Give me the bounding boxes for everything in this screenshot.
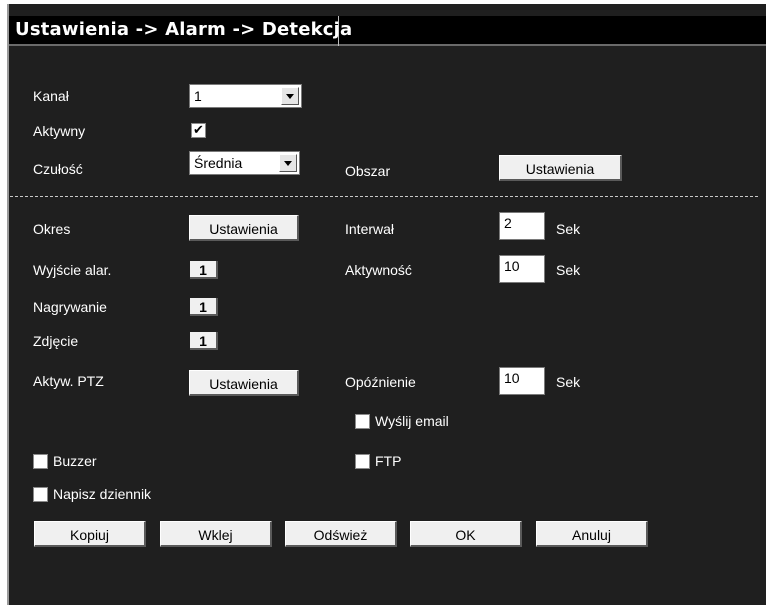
interval-label: Interwał — [345, 221, 395, 237]
cancel-button[interactable]: Anuluj — [536, 521, 648, 547]
copy-button[interactable]: Kopiuj — [34, 521, 146, 547]
alarm-output-label: Wyjście alar. — [33, 262, 112, 278]
active-checkbox[interactable] — [191, 122, 206, 138]
ftp-checkbox[interactable] — [355, 454, 370, 469]
area-label: Obszar — [345, 163, 391, 179]
delay-unit: Sek — [556, 374, 581, 390]
sensitivity-label: Czułość — [33, 161, 83, 177]
write-log-checkbox[interactable] — [33, 487, 48, 502]
chevron-down-icon[interactable] — [279, 154, 297, 172]
ptz-label: Aktyw. PTZ — [33, 373, 104, 389]
page-title: Ustawienia -> Alarm -> Detekcja — [15, 19, 353, 40]
send-email-checkbox[interactable] — [355, 414, 370, 429]
settings-panel: Ustawienia -> Alarm -> Detekcja — [7, 4, 766, 605]
channel-select[interactable]: 1 — [189, 84, 302, 108]
interval-input[interactable]: 2 — [499, 212, 545, 240]
snapshot-channel-button[interactable]: 1 — [190, 332, 218, 350]
alarm-output-channel-button[interactable]: 1 — [190, 261, 218, 279]
area-settings-button[interactable]: Ustawienia — [499, 155, 622, 181]
active-label: Aktywny — [33, 123, 86, 139]
recording-label: Nagrywanie — [33, 299, 107, 315]
delay-input[interactable]: 10 — [499, 367, 545, 395]
ok-button[interactable]: OK — [410, 521, 522, 547]
activity-unit: Sek — [556, 262, 581, 278]
channel-label: Kanał — [33, 88, 69, 104]
send-email-label: Wyślij email — [375, 413, 449, 429]
sensitivity-select-value: Średnia — [194, 155, 243, 171]
chevron-down-icon[interactable] — [281, 87, 299, 105]
period-label: Okres — [33, 221, 71, 237]
interval-value: 2 — [504, 215, 512, 231]
channel-select-value: 1 — [194, 88, 202, 104]
sensitivity-select[interactable]: Średnia — [189, 151, 300, 175]
activity-value: 10 — [504, 258, 520, 274]
buzzer-label: Buzzer — [53, 453, 97, 469]
snapshot-label: Zdjęcie — [33, 333, 79, 349]
recording-channel-button[interactable]: 1 — [190, 298, 218, 316]
ftp-label: FTP — [375, 453, 402, 469]
paste-button[interactable]: Wklej — [160, 521, 272, 547]
ptz-settings-button[interactable]: Ustawienia — [189, 370, 299, 396]
period-settings-button[interactable]: Ustawienia — [189, 215, 299, 241]
activity-label: Aktywność — [345, 262, 412, 278]
delay-value: 10 — [504, 370, 520, 386]
write-log-label: Napisz dziennik — [53, 486, 152, 502]
refresh-button[interactable]: Odśwież — [285, 521, 397, 547]
interval-unit: Sek — [556, 221, 581, 237]
section-divider — [10, 196, 758, 197]
activity-input[interactable]: 10 — [499, 255, 545, 283]
delay-label: Opóźnienie — [345, 374, 416, 390]
buzzer-checkbox[interactable] — [33, 454, 48, 469]
